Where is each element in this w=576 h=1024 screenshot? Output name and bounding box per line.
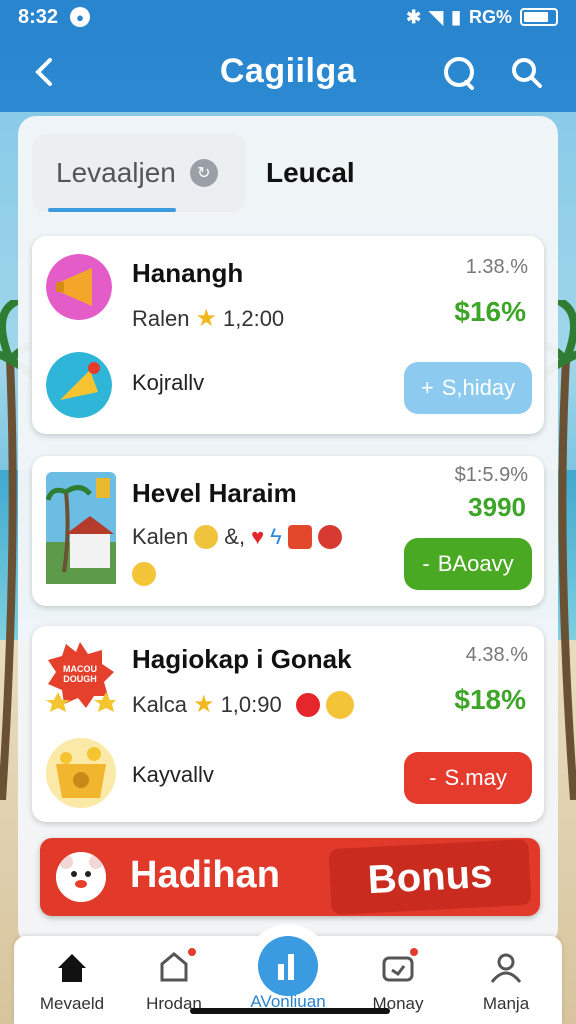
coin-icon	[325, 690, 354, 719]
tab-levaaljen[interactable]: Levaaljen ↻	[32, 134, 246, 212]
tab-label: Leucal	[266, 157, 355, 188]
status-time: 8:32	[18, 5, 59, 28]
card-sub-label: Kojrallv	[132, 370, 205, 395]
page-title: Cagiilga	[219, 52, 357, 90]
nav-label: Mevaeld	[39, 994, 105, 1013]
home-indicator	[190, 1008, 390, 1014]
coin-icon	[132, 562, 156, 586]
card-percent: 4.38.%	[465, 644, 528, 666]
star-icon: ★	[195, 305, 217, 332]
minus-icon: -	[422, 551, 430, 576]
list-item[interactable]: MACOU DOUGH Hagiokap i Gonak Kalca ★ 1,0…	[32, 626, 544, 822]
meta-value: 1,0:90	[220, 691, 282, 717]
nav-item-center[interactable]: AVonliuan	[246, 924, 330, 1011]
bonus-label: Hadihan	[130, 854, 280, 896]
button-label: BAoavy	[437, 551, 514, 576]
treasure-basket-icon	[46, 738, 116, 808]
chat-icon[interactable]	[440, 54, 478, 92]
main-panel: Levaaljen ↻ Leucal Hanangh Ralen ★ 1,2:0…	[18, 116, 558, 946]
gift-icon	[194, 525, 219, 549]
nav-label: Manja	[482, 994, 530, 1013]
tab-label: Levaaljen	[56, 157, 176, 188]
ball-icon	[317, 525, 342, 549]
tab-active-indicator	[48, 208, 176, 212]
bonus-tag: Bonus	[328, 838, 532, 916]
bonus-badge: MACOU DOUGH	[44, 640, 116, 712]
app-header: Cagiilga	[0, 34, 576, 112]
resort-thumbnail	[46, 472, 116, 584]
nav-item-home[interactable]: Mevaeld	[18, 936, 126, 1024]
card-price: 3990	[468, 492, 526, 522]
tab-leucal[interactable]: Leucal	[266, 134, 355, 212]
list-item[interactable]: Hevel Haraim Kalen &, ♥ ϟ $1:5.9% 3990 -…	[32, 456, 544, 606]
notification-badge	[186, 946, 198, 958]
list-item[interactable]: Hanangh Ralen ★ 1,2:00 1.38.% $16% Kojra…	[32, 236, 544, 434]
card-title: Hanangh	[132, 258, 244, 288]
meta-value: 1,2:00	[223, 305, 285, 331]
party-horn-icon	[46, 352, 112, 418]
badge-text: MACOU DOUGH	[63, 664, 97, 684]
battery-text: RG%	[468, 6, 512, 27]
notification-icon: ●	[70, 7, 91, 27]
search-icon[interactable]	[508, 54, 546, 92]
signal-icon: ▮	[451, 6, 461, 27]
card-price: $16%	[454, 296, 526, 327]
meta-label: Kalen	[132, 524, 189, 549]
bolt-icon: ϟ	[270, 524, 282, 549]
button-label: S.may	[444, 765, 507, 790]
card-meta: Ralen ★ 1,2:00	[132, 304, 284, 333]
home-icon	[58, 954, 86, 982]
button-label: S,hiday	[441, 375, 516, 400]
tab-bar: Levaaljen ↻ Leucal	[32, 134, 544, 214]
user-icon	[490, 953, 522, 983]
card-title: Hagiokap i Gonak	[132, 644, 352, 674]
megaphone-icon	[46, 254, 112, 320]
chart-button	[258, 936, 318, 996]
card-action-button[interactable]: - BAoavy	[404, 538, 532, 590]
meta-value: &,	[224, 524, 246, 549]
meta-label: Ralen	[132, 305, 190, 331]
card-sub-label: Kayvallv	[132, 762, 214, 787]
refresh-icon: ↻	[189, 159, 218, 187]
dice-icon	[287, 525, 312, 549]
battery-icon	[520, 8, 558, 26]
wifi-icon: ◥	[429, 6, 444, 27]
meta-label: Kalca	[132, 691, 188, 717]
bear-mascot-icon	[56, 852, 106, 902]
notification-badge	[408, 946, 420, 958]
card-meta: Kalca ★ 1,0:90	[132, 690, 354, 719]
card-action-button[interactable]: + S,hiday	[404, 362, 532, 414]
card-percent: $1:5.9%	[454, 464, 528, 486]
plus-icon: +	[420, 375, 434, 400]
status-bar: 8:32 ● ✱ ◥ ▮ RG%	[0, 0, 576, 34]
bonus-banner[interactable]: Hadihan Bonus	[40, 838, 540, 916]
minus-icon: -	[429, 765, 437, 790]
card-action-button[interactable]: - S.may	[404, 752, 532, 804]
star-icon: ★	[193, 691, 215, 718]
card-price: $18%	[454, 684, 526, 715]
nav-item-profile[interactable]: Manja	[452, 936, 560, 1024]
card-meta: Kalen &, ♥ ϟ	[132, 524, 342, 550]
card-title: Hevel Haraim	[132, 478, 297, 508]
bluetooth-icon: ✱	[406, 6, 422, 27]
heart-icon: ♥	[251, 524, 265, 549]
balloon-icon	[295, 692, 320, 717]
card-percent: 1.38.%	[465, 256, 528, 278]
bar-chart-icon	[278, 954, 294, 980]
